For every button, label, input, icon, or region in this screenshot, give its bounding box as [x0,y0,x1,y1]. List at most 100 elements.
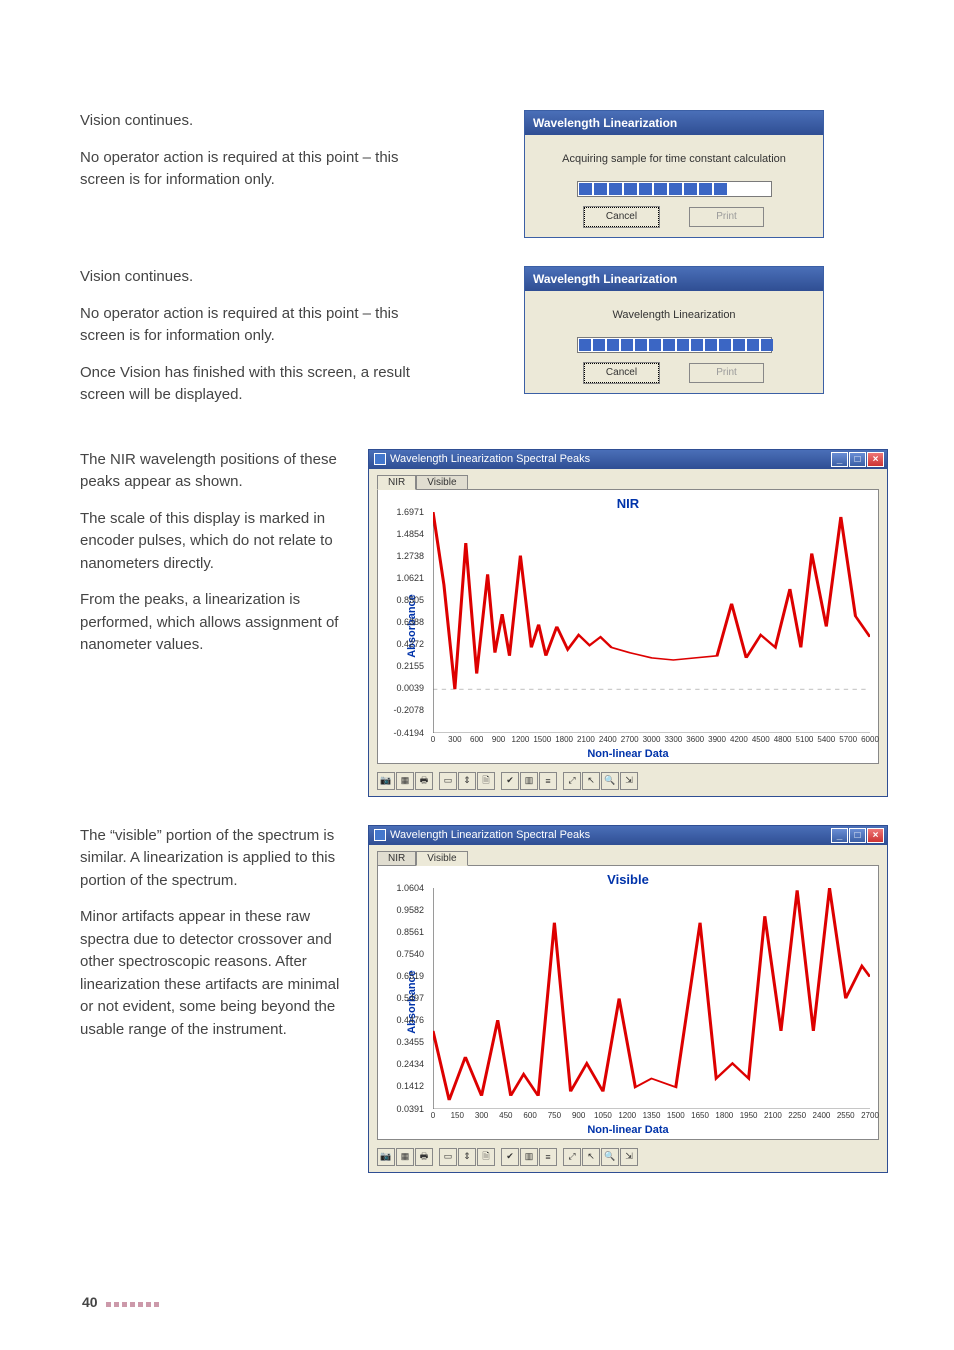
y-tick-label: 0.4476 [396,1015,424,1025]
minimize-icon[interactable]: _ [831,452,848,467]
y-tick-label: 0.6519 [396,971,424,981]
tab-nir[interactable]: NIR [377,851,416,866]
spectral-peaks-window-visible: Wavelength Linearization Spectral Peaks … [368,825,888,1173]
camera-icon[interactable]: 📷 [377,772,395,790]
x-tick-label: 1950 [740,1111,758,1120]
window-title: Wavelength Linearization Spectral Peaks [390,453,590,465]
y-tick-label: 0.0391 [396,1104,424,1114]
print-icon[interactable]: 🖶 [415,772,433,790]
x-tick-label: 3000 [643,735,661,744]
y-tick-label: 0.6388 [396,617,424,627]
body-text: Once Vision has finished with this scree… [80,362,430,407]
updown-icon[interactable]: ⇕ [458,772,476,790]
zoom-icon[interactable]: 🔍 [601,1148,619,1166]
page-number: 40 [82,1294,98,1310]
dialog-message: Acquiring sample for time constant calcu… [535,153,813,165]
scale-icon[interactable]: ⤢ [563,772,581,790]
body-text: Vision continues. [80,266,430,289]
minimize-icon[interactable]: _ [831,828,848,843]
y-tick-label: 1.0621 [396,573,424,583]
x-tick-label: 1800 [555,735,573,744]
camera-icon[interactable]: 📷 [377,1148,395,1166]
y-tick-label: 0.5497 [396,993,424,1003]
x-tick-label: 1050 [594,1111,612,1120]
print-icon[interactable]: 🖶 [415,1148,433,1166]
cancel-button[interactable]: Cancel [584,207,659,227]
x-tick-label: 2100 [577,735,595,744]
x-tick-label: 4800 [774,735,792,744]
footer-dots-icon [106,1294,162,1310]
progress-bar [577,181,772,197]
y-tick-label: 0.3455 [396,1037,424,1047]
dialog-title: Wavelength Linearization [525,267,823,291]
tab-nir[interactable]: NIR [377,475,416,490]
x-tick-label: 5400 [817,735,835,744]
x-tick-label: 3300 [664,735,682,744]
updown-icon[interactable]: ⇕ [458,1148,476,1166]
export-icon[interactable]: ⇲ [620,1148,638,1166]
cursor-icon[interactable]: ↖ [582,772,600,790]
close-icon[interactable]: × [867,452,884,467]
x-tick-label: 150 [451,1111,464,1120]
zoom-icon[interactable]: 🔍 [601,772,619,790]
chart-title: NIR [384,496,872,511]
y-tick-label: 0.4272 [396,639,424,649]
spectral-peaks-window-nir: Wavelength Linearization Spectral Peaks … [368,449,888,797]
body-text: Minor artifacts appear in these raw spec… [80,906,340,1041]
export-icon[interactable]: ⇲ [620,772,638,790]
x-tick-label: 4500 [752,735,770,744]
tab-visible[interactable]: Visible [416,475,467,490]
app-logo-icon [374,453,386,465]
page-icon[interactable]: 🗎 [477,772,495,790]
x-axis-label: Non-linear Data [378,748,878,760]
x-tick-label: 1500 [667,1111,685,1120]
tab-visible[interactable]: Visible [416,851,467,866]
grid-icon[interactable]: ▦ [396,772,414,790]
cancel-button[interactable]: Cancel [584,363,659,383]
body-text: Vision continues. [80,110,430,133]
x-tick-label: 2700 [861,1111,879,1120]
maximize-icon[interactable]: □ [849,828,866,843]
lines-icon[interactable]: ≡ [539,772,557,790]
progress-bar [577,337,772,353]
window-title: Wavelength Linearization Spectral Peaks [390,829,590,841]
page-icon[interactable]: 🗎 [477,1148,495,1166]
x-tick-label: 900 [572,1111,585,1120]
body-text: No operator action is required at this p… [80,303,430,348]
y-tick-label: 0.2155 [396,661,424,671]
body-text: The NIR wavelength positions of these pe… [80,449,340,494]
x-tick-label: 2400 [599,735,617,744]
x-axis-label: Non-linear Data [378,1124,878,1136]
page-footer: 40 [82,1294,162,1310]
check-icon[interactable]: ✔ [501,1148,519,1166]
nir-chart: NIR Absorbance 1.69711.48541.27381.06210… [377,489,879,764]
x-tick-label: 5700 [839,735,857,744]
color-box-icon[interactable]: ▭ [439,772,457,790]
x-tick-label: 2550 [837,1111,855,1120]
body-text: The scale of this display is marked in e… [80,508,340,576]
x-tick-label: 1200 [511,735,529,744]
x-tick-label: 3600 [686,735,704,744]
check-icon[interactable]: ✔ [501,772,519,790]
x-tick-label: 600 [523,1111,536,1120]
y-tick-label: -0.4194 [393,728,424,738]
dialog-message: Wavelength Linearization [535,309,813,321]
x-tick-label: 1200 [618,1111,636,1120]
bars-icon[interactable]: ▥ [520,772,538,790]
close-icon[interactable]: × [867,828,884,843]
maximize-icon[interactable]: □ [849,452,866,467]
bars-icon[interactable]: ▥ [520,1148,538,1166]
y-tick-label: 0.0039 [396,683,424,693]
x-tick-label: 1800 [715,1111,733,1120]
x-tick-label: 600 [470,735,483,744]
x-tick-label: 2100 [764,1111,782,1120]
color-box-icon[interactable]: ▭ [439,1148,457,1166]
scale-icon[interactable]: ⤢ [563,1148,581,1166]
wavelength-dialog-1: Wavelength Linearization Acquiring sampl… [524,110,824,238]
x-tick-label: 0 [431,735,435,744]
grid-icon[interactable]: ▦ [396,1148,414,1166]
chart-title: Visible [384,872,872,887]
x-tick-label: 1650 [691,1111,709,1120]
lines-icon[interactable]: ≡ [539,1148,557,1166]
cursor-icon[interactable]: ↖ [582,1148,600,1166]
